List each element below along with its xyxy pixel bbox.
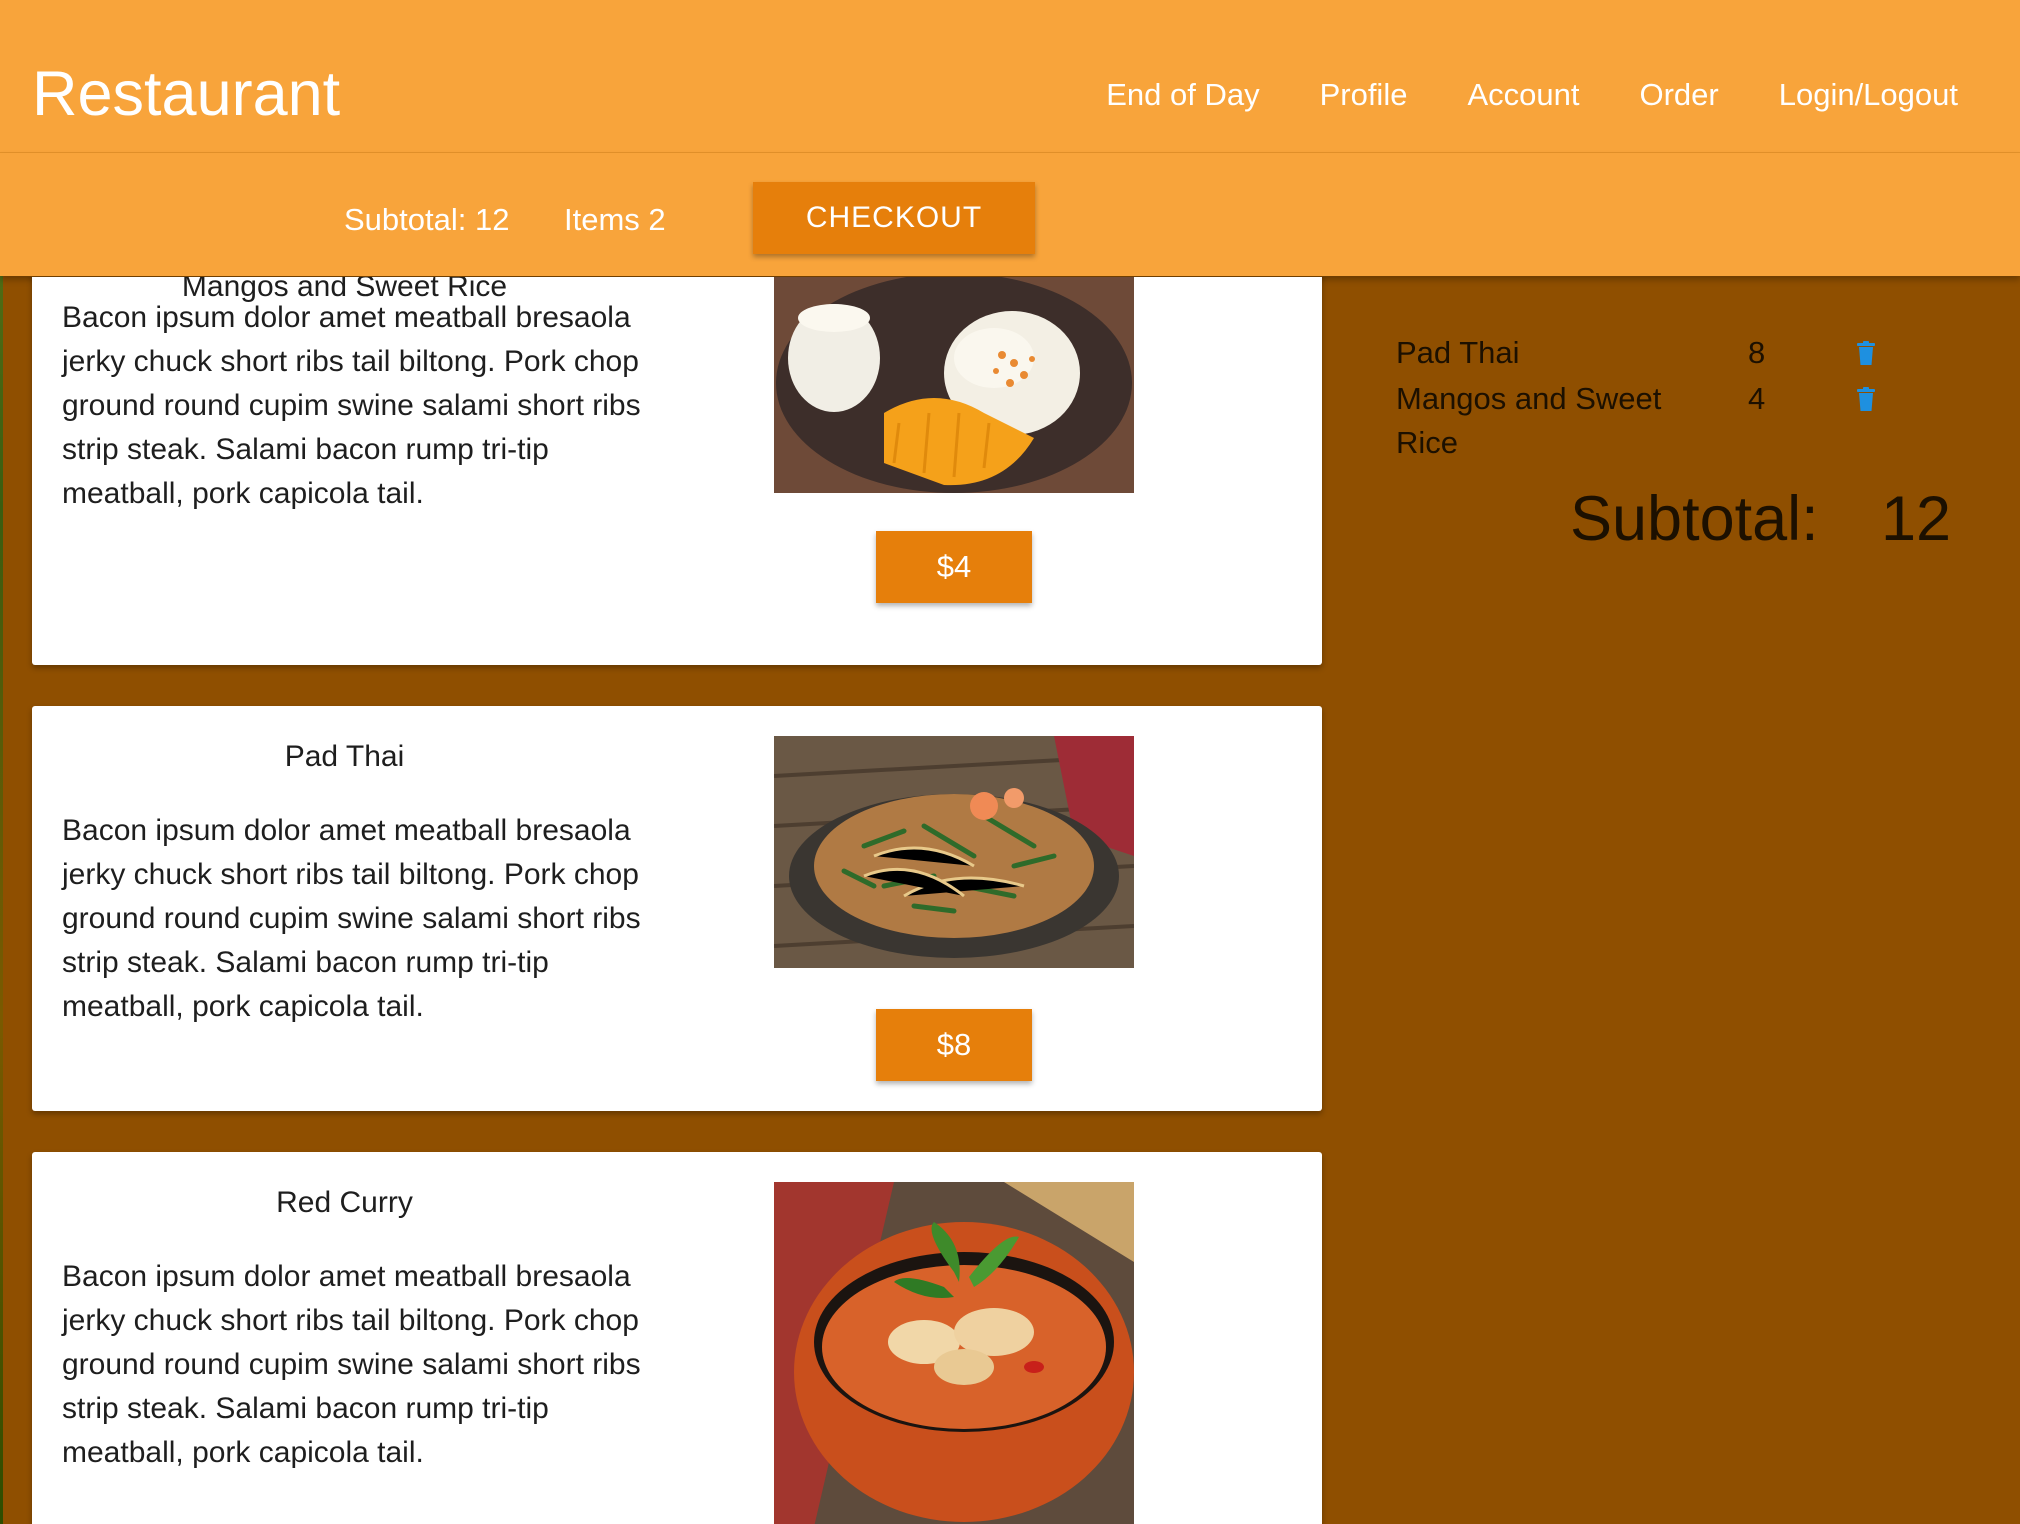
nav-login-logout[interactable]: Login/Logout — [1779, 75, 1958, 115]
menu-item-card: Mangos and Sweet Rice Bacon ipsum dolor … — [32, 277, 1322, 665]
summary-items-count: Items 2 — [564, 202, 666, 237]
menu-item-card: Red Curry Bacon ipsum dolor amet meatbal… — [32, 1152, 1322, 1524]
nav-order[interactable]: Order — [1639, 75, 1718, 115]
menu-item-name: Red Curry — [276, 1186, 413, 1219]
order-summary-bar: Subtotal: 12 Items 2 CHECKOUT — [0, 153, 2020, 276]
menu-item-name: Pad Thai — [284, 740, 405, 773]
add-to-cart-price-button[interactable]: $4 — [876, 531, 1032, 603]
nav-links: End of Day Profile Account Order Login/L… — [1106, 75, 1958, 115]
brand-title[interactable]: Restaurant — [32, 56, 340, 132]
trash-icon[interactable] — [1857, 341, 1875, 365]
trash-icon[interactable] — [1857, 387, 1875, 411]
mango-sticky-rice-image — [774, 277, 1134, 493]
cart-subtotal-value: 12 — [1881, 484, 1952, 554]
menu-item-card: Pad Thai Bacon ipsum dolor amet meatball… — [32, 706, 1322, 1111]
menu-item-description: Bacon ipsum dolor amet meatball bresaola… — [62, 814, 641, 1023]
nav-profile[interactable]: Profile — [1320, 75, 1408, 115]
checkout-button[interactable]: CHECKOUT — [753, 182, 1035, 254]
summary-subtotal: Subtotal: 12 — [344, 202, 510, 237]
menu-item-description: Bacon ipsum dolor amet meatball bresaola… — [62, 1260, 641, 1469]
menu-item-description: Bacon ipsum dolor amet meatball bresaola… — [62, 301, 641, 510]
menu-item-image — [774, 277, 1134, 493]
menu-item-image — [774, 736, 1134, 968]
nav-end-of-day[interactable]: End of Day — [1106, 75, 1259, 115]
cart-item-name: Pad Thai — [1396, 335, 1520, 370]
nav-account[interactable]: Account — [1467, 75, 1579, 115]
menu-item-image — [774, 1182, 1134, 1524]
cart-item-price: 4 — [1748, 381, 1766, 416]
red-curry-image — [774, 1182, 1134, 1524]
top-navbar: Restaurant End of Day Profile Account Or… — [0, 0, 2020, 153]
pad-thai-image — [774, 736, 1134, 968]
cart-subtotal-label: Subtotal: — [1570, 484, 1819, 554]
add-to-cart-price-button[interactable]: $8 — [876, 1009, 1032, 1081]
cart-item-price: 8 — [1748, 335, 1766, 370]
cart-item: Mangos and Sweet Rice 4 — [1396, 377, 1956, 467]
cart-item-name: Mangos and Sweet Rice — [1396, 381, 1662, 460]
